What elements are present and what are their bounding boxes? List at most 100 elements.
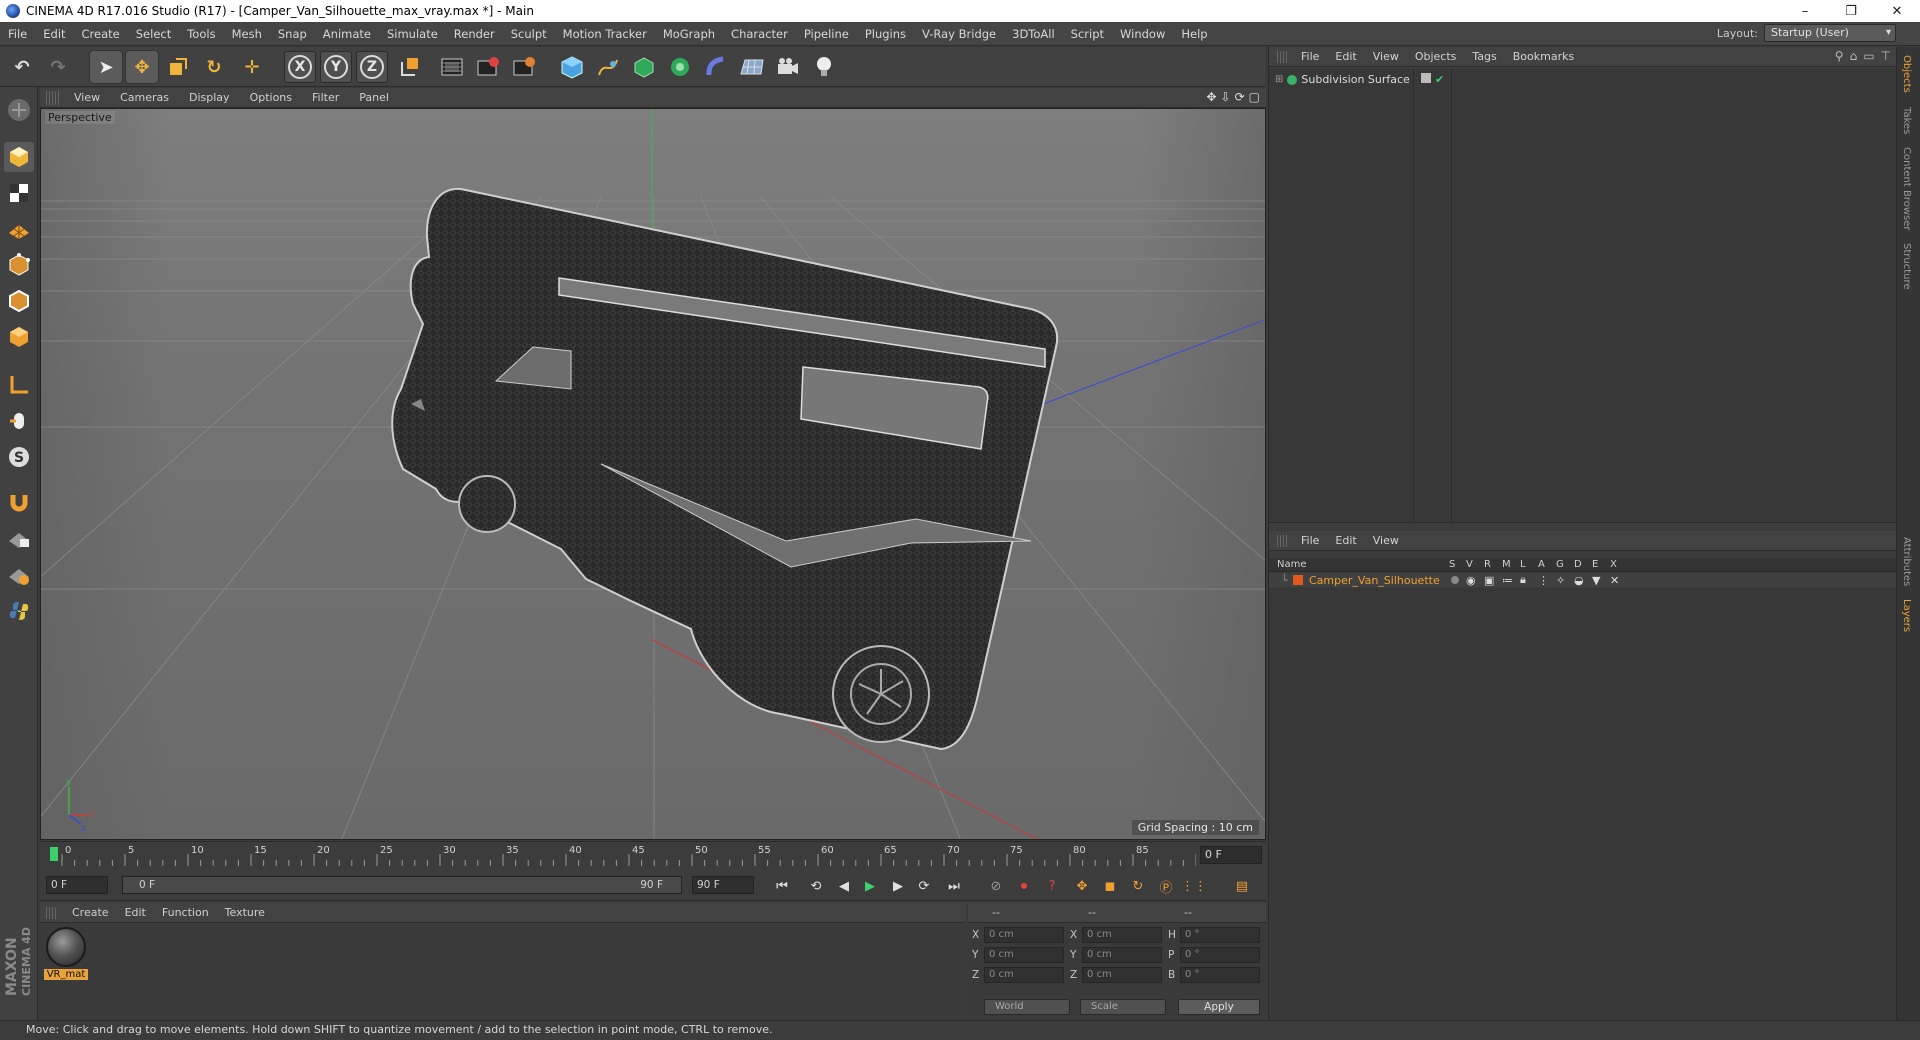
position-y-field[interactable]: 0 cm — [984, 947, 1064, 963]
menu-animate[interactable]: Animate — [315, 27, 379, 41]
position-z-field[interactable]: 0 cm — [984, 967, 1064, 983]
menu-3dtoall[interactable]: 3DToAll — [1004, 27, 1063, 41]
timeline-ruler[interactable]: 051015202530354045505560657075808590 0 F — [40, 841, 1266, 869]
move-tool-icon[interactable]: ✥ — [125, 50, 159, 84]
search-icon[interactable]: ⚲ — [1835, 49, 1844, 63]
panel-grip-icon[interactable] — [46, 90, 60, 105]
panel-grip-icon[interactable] — [1277, 50, 1289, 63]
coordinate-mode-select[interactable]: World — [984, 999, 1070, 1015]
menu-motion-tracker[interactable]: Motion Tracker — [555, 27, 655, 41]
menu-script[interactable]: Script — [1063, 27, 1112, 41]
previous-frame-icon[interactable]: ◀ — [832, 875, 856, 897]
lock-toggle-icon[interactable]: 🔒︎ — [1520, 573, 1526, 587]
position-x-field[interactable]: 0 cm — [984, 927, 1064, 943]
menu-file[interactable]: File — [0, 27, 35, 41]
cube-primitive-icon[interactable] — [556, 51, 588, 83]
record-keys-icon[interactable]: ⊘ — [984, 875, 1008, 897]
material-swatch[interactable]: VR_mat — [44, 927, 88, 983]
generators-toggle-icon[interactable]: ✧ — [1556, 574, 1565, 587]
objects-menu-edit[interactable]: Edit — [1327, 50, 1364, 63]
tab-structure[interactable]: Structure — [1901, 243, 1912, 290]
xref-toggle-icon[interactable]: ✕ — [1610, 574, 1619, 587]
menu-vray-bridge[interactable]: V-Ray Bridge — [914, 27, 1004, 41]
collapse-icon[interactable]: ▭ — [1863, 49, 1874, 63]
end-frame-field[interactable]: 90 F — [692, 876, 754, 894]
go-to-end-icon[interactable]: ⏭ — [942, 875, 966, 897]
viewport-menu-options[interactable]: Options — [240, 91, 302, 104]
z-axis-lock-button[interactable]: Z — [356, 51, 388, 83]
transform-tool-icon[interactable]: ✛ — [236, 51, 268, 83]
manager-toggle-icon[interactable]: ≔ — [1502, 574, 1513, 587]
array-generator-icon[interactable] — [664, 51, 696, 83]
maximize-view-icon[interactable]: ▢ — [1249, 90, 1260, 104]
layer-row[interactable]: └ Camper_Van_Silhouette ◉ ▣ ≔ 🔒︎ ⋮ ✧ ◒ ▼… — [1269, 573, 1897, 587]
coordinate-system-icon[interactable] — [394, 51, 426, 83]
tab-content-browser[interactable]: Content Browser — [1901, 147, 1912, 230]
render-view-icon[interactable] — [436, 51, 468, 83]
key-rotation-icon[interactable]: ↻ — [1126, 875, 1150, 897]
panel-grip-icon[interactable] — [46, 906, 58, 919]
menu-render[interactable]: Render — [446, 27, 503, 41]
expressions-toggle-icon[interactable]: ▼ — [1592, 574, 1600, 587]
solo-toggle-icon[interactable] — [1451, 576, 1459, 584]
size-mode-select[interactable]: Scale — [1080, 999, 1166, 1015]
menu-tools[interactable]: Tools — [179, 27, 223, 41]
apply-button[interactable]: Apply — [1178, 999, 1260, 1015]
menu-character[interactable]: Character — [723, 27, 796, 41]
menu-plugins[interactable]: Plugins — [857, 27, 914, 41]
menu-help[interactable]: Help — [1173, 27, 1215, 41]
tab-layers[interactable]: Layers — [1901, 599, 1912, 632]
viewport-menu-panel[interactable]: Panel — [349, 91, 399, 104]
enabled-check-icon[interactable]: ✔ — [1435, 73, 1444, 86]
tab-attributes[interactable]: Attributes — [1901, 537, 1912, 586]
next-frame-icon[interactable]: ▶ — [886, 875, 910, 897]
view-toggle-icon[interactable]: ◉ — [1466, 574, 1476, 587]
perspective-viewport[interactable]: y x z Perspective Grid Spacing : 10 cm — [40, 108, 1266, 840]
texture-mode-icon[interactable] — [4, 178, 34, 208]
objects-menu-bookmarks[interactable]: Bookmarks — [1505, 50, 1582, 63]
y-axis-lock-button[interactable]: Y — [320, 51, 352, 83]
layers-menu-view[interactable]: View — [1365, 534, 1407, 547]
material-menu-edit[interactable]: Edit — [117, 906, 154, 919]
viewport-menu-view[interactable]: View — [64, 91, 110, 104]
camper-van-model[interactable] — [391, 187, 1059, 751]
current-frame-field[interactable]: 0 F — [1200, 846, 1262, 864]
panel-grip-icon[interactable] — [1277, 534, 1289, 547]
menu-edit[interactable]: Edit — [35, 27, 73, 41]
x-axis-lock-button[interactable]: X — [284, 51, 316, 83]
polygons-mode-icon[interactable] — [4, 322, 34, 352]
key-pla-icon[interactable]: ⋮⋮ — [1181, 875, 1207, 897]
menu-create[interactable]: Create — [74, 27, 128, 41]
home-icon[interactable]: ⌂ — [1850, 49, 1858, 63]
menu-simulate[interactable]: Simulate — [379, 27, 446, 41]
size-z-field[interactable]: 0 cm — [1082, 967, 1162, 983]
tab-takes[interactable]: Takes — [1901, 107, 1912, 134]
restore-button[interactable]: ❐ — [1828, 0, 1874, 22]
workplane-mode-icon[interactable] — [4, 214, 34, 244]
workplane-grid-icon[interactable] — [4, 560, 34, 590]
menu-select[interactable]: Select — [128, 27, 179, 41]
snapping-icon[interactable]: S — [4, 442, 34, 472]
objects-menu-tags[interactable]: Tags — [1464, 50, 1504, 63]
render-toggle-icon[interactable]: ▣ — [1484, 574, 1494, 587]
viewport-menu-cameras[interactable]: Cameras — [110, 91, 179, 104]
menu-sculpt[interactable]: Sculpt — [503, 27, 555, 41]
preview-range-slider[interactable]: 0 F 90 F — [122, 876, 682, 894]
rotate-tool-icon[interactable]: ↻ — [198, 51, 230, 83]
tab-objects[interactable]: Objects — [1901, 55, 1912, 93]
dolly-icon[interactable]: ⇩ — [1221, 90, 1231, 104]
python-icon[interactable] — [4, 596, 34, 626]
next-key-icon[interactable]: ⟳ — [912, 875, 936, 897]
previous-key-icon[interactable]: ⟲ — [804, 875, 828, 897]
layout-select[interactable]: Startup (User) — [1764, 24, 1896, 42]
menu-window[interactable]: Window — [1112, 27, 1173, 41]
play-forward-icon[interactable]: ▶ — [858, 875, 882, 897]
objects-menu-objects[interactable]: Objects — [1407, 50, 1465, 63]
menu-pipeline[interactable]: Pipeline — [796, 27, 857, 41]
animation-toggle-icon[interactable]: ⋮ — [1538, 574, 1549, 587]
lock-workplane-icon[interactable] — [4, 524, 34, 554]
layers-menu-file[interactable]: File — [1293, 534, 1327, 547]
undo-icon[interactable]: ↶ — [6, 51, 38, 83]
viewport-menu-display[interactable]: Display — [179, 91, 240, 104]
selection-arrow-icon[interactable]: ➤ — [89, 50, 123, 84]
